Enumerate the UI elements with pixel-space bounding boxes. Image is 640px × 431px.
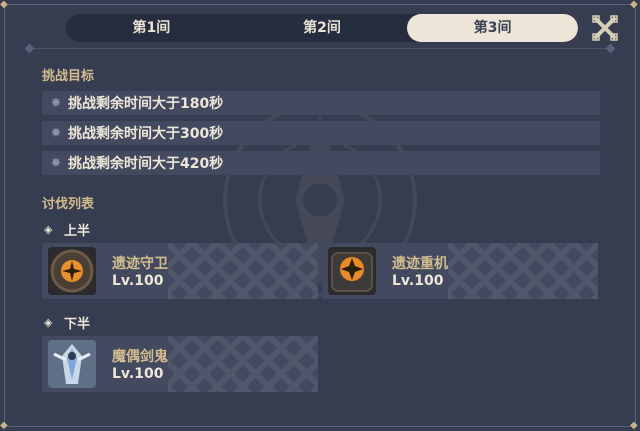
half-label-text: 上半 (64, 224, 91, 239)
enemy-name: 遗迹守卫 (112, 256, 168, 272)
card-pattern (168, 336, 318, 392)
enemy-name: 遗迹重机 (392, 256, 448, 272)
enemy-level: Lv.100 (112, 273, 164, 289)
goal-item: ✸ 挑战剩余时间大于180秒 (42, 91, 600, 115)
enemy-card[interactable]: 遗迹重机 Lv.100 (322, 243, 598, 299)
card-pattern (168, 243, 318, 299)
goal-item: ✸ 挑战剩余时间大于300秒 (42, 121, 600, 145)
enemy-card[interactable]: 遗迹守卫 Lv.100 (42, 243, 318, 299)
second-half-label: ◈ 下半 (44, 313, 90, 332)
tab-chamber-1[interactable]: 第1间 (66, 14, 237, 42)
corner-ornament-icon: ◆ (0, 420, 8, 431)
enemy-name: 魔偶剑鬼 (112, 349, 168, 365)
close-icon[interactable] (592, 15, 618, 41)
enemy-list-title: 讨伐列表 (42, 197, 95, 212)
first-half-label: ◈ 上半 (44, 220, 90, 239)
maguu-kenki-portrait-icon (48, 340, 96, 388)
enemy-card[interactable]: 魔偶剑鬼 Lv.100 (42, 336, 318, 392)
abyss-chamber-panel: ◆ ◆ ◆ ◆ 第1间 第2间 第3间 挑战目标 ✸ 挑战剩余时间大于180秒 … (0, 0, 640, 431)
tab-chamber-2[interactable]: 第2间 (237, 14, 408, 42)
corner-ornament-icon: ◆ (630, 0, 638, 10)
goal-item: ✸ 挑战剩余时间大于420秒 (42, 151, 600, 175)
tab-chamber-3[interactable]: 第3间 (407, 14, 578, 42)
half-label-text: 下半 (64, 317, 91, 332)
ruin-grader-portrait-icon (328, 247, 376, 295)
diamond-icon: ◈ (44, 315, 53, 329)
star-icon: ✸ (50, 125, 62, 141)
chamber-tabs: 第1间 第2间 第3间 (66, 14, 578, 42)
goal-text: 挑战剩余时间大于300秒 (68, 126, 224, 142)
goal-text: 挑战剩余时间大于180秒 (68, 96, 224, 112)
goal-text: 挑战剩余时间大于420秒 (68, 156, 224, 172)
star-icon: ✸ (50, 155, 62, 171)
diamond-icon: ◈ (44, 222, 53, 236)
star-icon: ✸ (50, 95, 62, 111)
goals-title: 挑战目标 (42, 69, 95, 84)
header-divider (26, 48, 614, 49)
enemy-level: Lv.100 (112, 366, 164, 382)
ruin-guard-portrait-icon (48, 247, 96, 295)
card-pattern (448, 243, 598, 299)
corner-ornament-icon: ◆ (0, 0, 8, 10)
corner-ornament-icon: ◆ (630, 420, 638, 431)
enemy-level: Lv.100 (392, 273, 444, 289)
